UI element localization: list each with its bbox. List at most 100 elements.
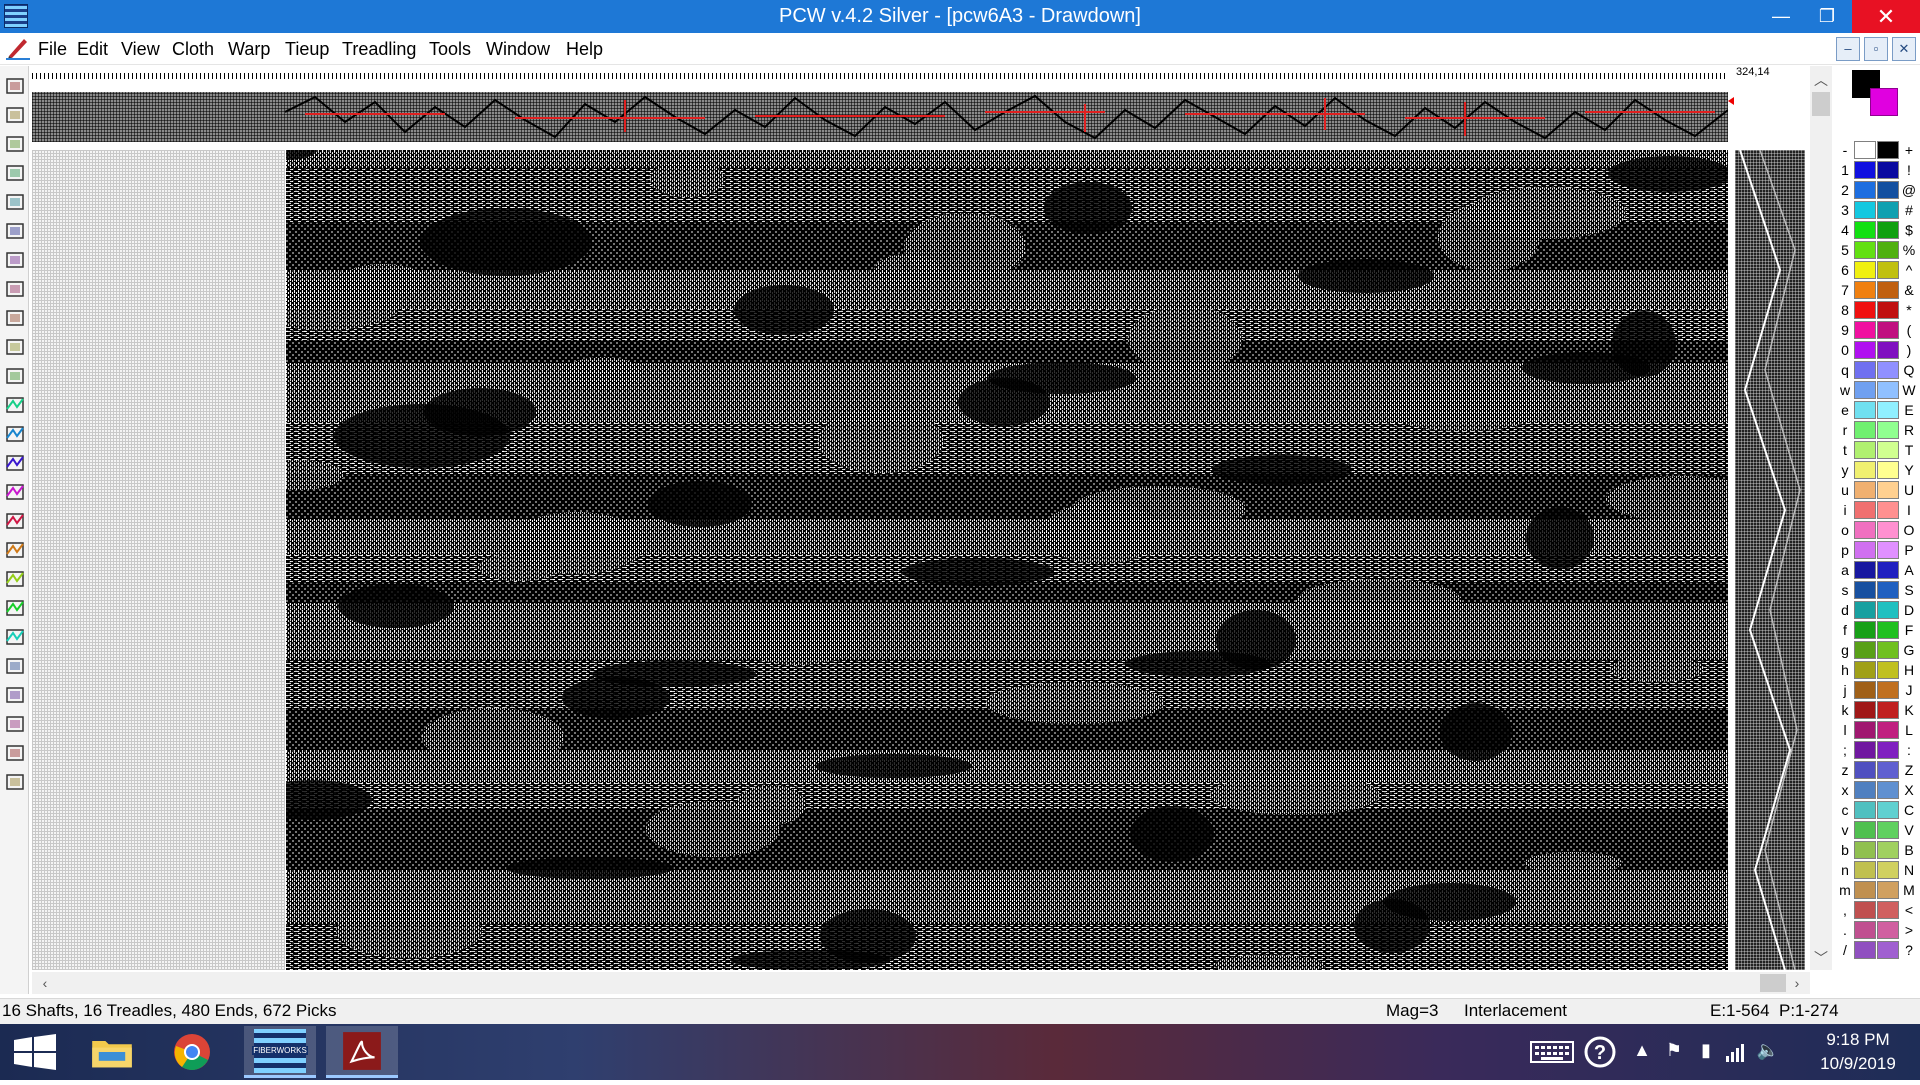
select-rectangle-icon[interactable] (3, 335, 26, 358)
palette-color-swatch[interactable] (1854, 941, 1876, 959)
mdi-restore-button[interactable]: ▫ (1864, 37, 1888, 61)
palette-color-swatch[interactable] (1877, 161, 1899, 179)
palette-color-swatch[interactable] (1877, 481, 1899, 499)
palette-color-swatch[interactable] (1877, 861, 1899, 879)
palette-color-swatch[interactable] (1877, 301, 1899, 319)
mdi-minimize-button[interactable]: – (1836, 37, 1860, 61)
new-file-icon[interactable] (3, 74, 26, 97)
color-stripe-icon[interactable] (3, 683, 26, 706)
palette-color-swatch[interactable] (1877, 881, 1899, 899)
palette-color-swatch[interactable] (1854, 341, 1876, 359)
menu-help[interactable]: Help (560, 33, 609, 65)
taskbar-app-chrome[interactable] (156, 1026, 228, 1078)
palette-color-swatch[interactable] (1854, 561, 1876, 579)
palette-color-swatch[interactable] (1877, 321, 1899, 339)
menu-tieup[interactable]: Tieup (279, 33, 335, 65)
pencil-icon[interactable] (3, 364, 26, 387)
palette-color-swatch[interactable] (1877, 661, 1899, 679)
scroll-right-icon[interactable]: › (1786, 973, 1808, 993)
vertical-scrollbar[interactable] (1810, 66, 1832, 970)
color-grid-icon[interactable] (3, 654, 26, 677)
palette-color-swatch[interactable] (1877, 241, 1899, 259)
palette-color-swatch[interactable] (1877, 921, 1899, 939)
mdi-close-button[interactable]: ✕ (1892, 37, 1916, 61)
palette-color-swatch[interactable] (1854, 921, 1876, 939)
palette-color-swatch[interactable] (1854, 581, 1876, 599)
palette-color-swatch[interactable] (1877, 181, 1899, 199)
menu-treadling[interactable]: Treadling (336, 33, 422, 65)
palette-color-swatch[interactable] (1854, 521, 1876, 539)
threading-pattern-5-icon[interactable] (3, 509, 26, 532)
palette-color-swatch[interactable] (1854, 761, 1876, 779)
zoom-in-icon[interactable] (3, 712, 26, 735)
palette-color-swatch[interactable] (1854, 361, 1876, 379)
scroll-down-icon[interactable]: ﹀ (1810, 948, 1832, 968)
help-icon[interactable]: ? (1584, 1036, 1616, 1068)
palette-color-swatch[interactable] (1854, 261, 1876, 279)
palette-color-swatch[interactable] (1854, 781, 1876, 799)
palette-color-swatch[interactable] (1877, 521, 1899, 539)
palette-color-swatch[interactable] (1877, 761, 1899, 779)
palette-color-swatch[interactable] (1854, 701, 1876, 719)
palette-color-swatch[interactable] (1877, 721, 1899, 739)
palette-color-swatch[interactable] (1877, 641, 1899, 659)
undo-icon[interactable] (3, 190, 26, 213)
weave-icon[interactable] (3, 596, 26, 619)
palette-color-swatch[interactable] (1877, 141, 1899, 159)
palette-color-swatch[interactable] (1877, 681, 1899, 699)
palette-color-swatch[interactable] (1854, 281, 1876, 299)
palette-color-swatch[interactable] (1854, 181, 1876, 199)
palette-color-swatch[interactable] (1854, 861, 1876, 879)
palette-color-swatch[interactable] (1877, 741, 1899, 759)
palette-color-swatch[interactable] (1877, 221, 1899, 239)
palette-color-swatch[interactable] (1854, 461, 1876, 479)
horizontal-scroll-thumb[interactable] (1760, 974, 1786, 992)
palette-color-swatch[interactable] (1854, 321, 1876, 339)
palette-color-swatch[interactable] (1877, 621, 1899, 639)
threading-pattern-4-icon[interactable] (3, 480, 26, 503)
battery-icon[interactable]: ▮ (1694, 1040, 1718, 1064)
print-icon[interactable] (3, 161, 26, 184)
open-folder-icon[interactable] (3, 103, 26, 126)
cut-icon[interactable] (3, 219, 26, 242)
save-icon[interactable] (3, 132, 26, 155)
threading-pattern-1-icon[interactable] (3, 393, 26, 416)
start-button[interactable] (0, 1024, 70, 1080)
palette-color-swatch[interactable] (1877, 201, 1899, 219)
palette-color-swatch[interactable] (1854, 441, 1876, 459)
show-hidden-icons-icon[interactable]: ▲ (1632, 1040, 1652, 1064)
clock-date[interactable]: 10/9/2019 (1800, 1054, 1916, 1074)
palette-color-swatch[interactable] (1877, 281, 1899, 299)
menu-window[interactable]: Window (480, 33, 556, 65)
paste-icon[interactable] (3, 277, 26, 300)
palette-color-swatch[interactable] (1877, 601, 1899, 619)
threading-pattern-2-icon[interactable] (3, 422, 26, 445)
flag-icon[interactable]: ⚑ (1662, 1040, 1686, 1064)
network-icon[interactable] (1724, 1040, 1748, 1064)
drawdown-canvas[interactable] (286, 150, 1728, 970)
palette-color-swatch[interactable] (1877, 341, 1899, 359)
restore-button[interactable]: ❐ (1804, 0, 1850, 33)
menu-cloth[interactable]: Cloth (166, 33, 220, 65)
help-pointer-icon[interactable] (3, 770, 26, 793)
threading-pattern-3-icon[interactable] (3, 451, 26, 474)
palette-color-swatch[interactable] (1877, 821, 1899, 839)
palette-color-swatch[interactable] (1854, 741, 1876, 759)
palette-color-swatch[interactable] (1854, 801, 1876, 819)
palette-color-swatch[interactable] (1854, 421, 1876, 439)
palette-color-swatch[interactable] (1854, 881, 1876, 899)
palette-color-swatch[interactable] (1877, 261, 1899, 279)
palette-color-swatch[interactable] (1854, 621, 1876, 639)
palette-color-swatch[interactable] (1877, 781, 1899, 799)
taskbar-app-file-explorer[interactable] (76, 1026, 148, 1078)
keyboard-icon[interactable] (1530, 1040, 1574, 1064)
zoom-out-icon[interactable] (3, 741, 26, 764)
palette-color-swatch[interactable] (1854, 821, 1876, 839)
taskbar-app-fiberworks[interactable]: FIBERWORKS (244, 1026, 316, 1078)
palette-color-swatch[interactable] (1877, 421, 1899, 439)
palette-color-swatch[interactable] (1877, 841, 1899, 859)
palette-color-swatch[interactable] (1854, 641, 1876, 659)
copy-icon[interactable] (3, 248, 26, 271)
palette-color-swatch[interactable] (1877, 361, 1899, 379)
close-button[interactable]: ✕ (1852, 0, 1920, 33)
